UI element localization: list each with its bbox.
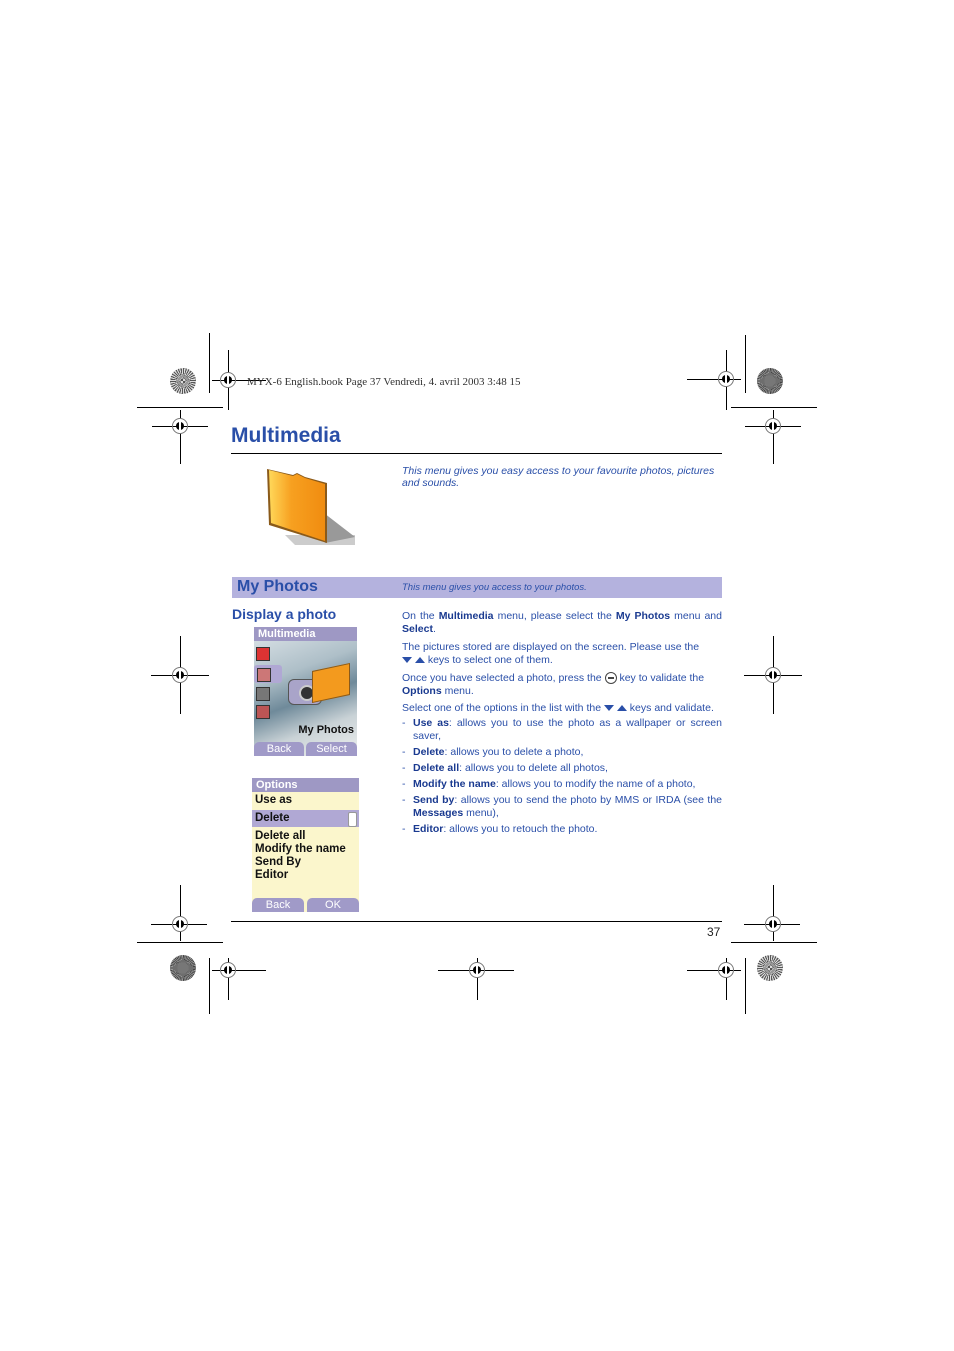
up-arrow-key-icon xyxy=(414,657,425,664)
paragraph-options: Once you have selected a photo, press th… xyxy=(402,672,705,697)
folder-icon xyxy=(267,469,355,545)
subsection-title: Display a photo xyxy=(232,606,337,622)
instructions: On the Multimedia menu, please select th… xyxy=(402,610,722,839)
registration-mark-icon xyxy=(220,962,236,978)
crop-mark xyxy=(137,407,223,408)
photo-menu-icon xyxy=(256,647,270,661)
paragraph-browse: The pictures stored are displayed on the… xyxy=(402,641,700,666)
pictures-menu-icon xyxy=(257,668,271,682)
up-arrow-key-icon xyxy=(616,705,627,712)
crop-mark xyxy=(180,885,181,941)
registration-mark-icon xyxy=(718,962,734,978)
list-item: Use as: allows you to use the photo as a… xyxy=(402,717,722,743)
crop-mark xyxy=(745,958,746,1014)
section-title: My Photos xyxy=(237,578,318,595)
option-item[interactable]: Use as xyxy=(252,794,359,807)
option-item[interactable]: Send By xyxy=(252,856,359,869)
option-item[interactable]: Editor xyxy=(252,869,359,882)
page-number: 37 xyxy=(707,925,721,939)
folder-illustration xyxy=(265,465,355,545)
list-item: Modify the name: allows you to modify th… xyxy=(402,778,722,791)
option-item[interactable]: Modify the name xyxy=(252,843,359,856)
phone-screen-multimedia: Multimedia My Photos Back Select xyxy=(254,627,357,756)
list-item: Send by: allows you to send the photo by… xyxy=(402,794,722,820)
section-subtitle: This menu gives you access to your photo… xyxy=(402,582,587,593)
back-softkey[interactable]: Back xyxy=(252,898,304,912)
registration-mark-icon xyxy=(718,371,734,387)
registration-mark-icon xyxy=(765,667,781,683)
crop-mark xyxy=(209,333,210,393)
option-item[interactable]: Delete all xyxy=(252,830,359,843)
registration-mark-icon xyxy=(765,916,781,932)
registration-mark-icon xyxy=(469,962,485,978)
list-item: Editor: allows you to retouch the photo. xyxy=(402,823,722,836)
down-arrow-key-icon xyxy=(603,705,614,712)
print-header: MYX-6 English.book Page 37 Vendredi, 4. … xyxy=(247,376,521,388)
selected-icon-frame xyxy=(254,665,282,683)
section-header-band: My Photos This menu gives you access to … xyxy=(232,577,722,598)
crop-mark xyxy=(745,335,746,393)
back-softkey[interactable]: Back xyxy=(254,742,304,756)
registration-disc-bottom-left xyxy=(170,955,196,981)
registration-mark-icon xyxy=(765,418,781,434)
list-item: Delete: allows you to delete a photo, xyxy=(402,746,722,759)
paragraph-list: Select one of the options in the list wi… xyxy=(402,702,714,714)
ok-softkey[interactable]: OK xyxy=(307,898,359,912)
registration-mark-icon xyxy=(172,418,188,434)
registration-disc-top-left xyxy=(170,368,196,394)
intro-text: This menu gives you easy access to your … xyxy=(402,465,715,489)
options-list: Use as: allows you to use the photo as a… xyxy=(402,717,722,836)
screen-title: Options xyxy=(252,778,359,792)
sounds-menu-icon xyxy=(256,705,270,719)
list-item: Delete all: allows you to delete all pho… xyxy=(402,762,722,775)
option-item-selected[interactable]: Delete xyxy=(252,810,359,827)
down-arrow-key-icon xyxy=(402,657,412,664)
crop-mark xyxy=(137,942,223,943)
registration-disc-top-right xyxy=(757,368,783,394)
crop-mark xyxy=(209,958,210,1014)
select-softkey[interactable]: Select xyxy=(306,742,357,756)
registration-mark-icon xyxy=(172,916,188,932)
registration-disc-bottom-right xyxy=(757,955,783,981)
paragraph-select: On the Multimedia menu, please select th… xyxy=(402,610,722,635)
crop-mark xyxy=(731,942,817,943)
folder-photos-illustration xyxy=(312,662,350,704)
footer-rule xyxy=(231,921,722,922)
title-rule xyxy=(231,453,722,454)
registration-mark-icon xyxy=(172,667,188,683)
frames-menu-icon xyxy=(256,687,270,701)
phone-screen-options: Options Use as Delete Delete all Modify … xyxy=(252,778,359,912)
crop-mark xyxy=(731,407,817,408)
scroll-indicator-icon xyxy=(348,812,357,827)
ok-key-icon xyxy=(604,672,617,685)
screen-title: Multimedia xyxy=(254,627,357,641)
crop-mark xyxy=(773,885,774,941)
registration-mark-icon xyxy=(220,372,236,388)
page-title: Multimedia xyxy=(231,424,341,447)
screen-caption: My Photos xyxy=(298,724,354,736)
